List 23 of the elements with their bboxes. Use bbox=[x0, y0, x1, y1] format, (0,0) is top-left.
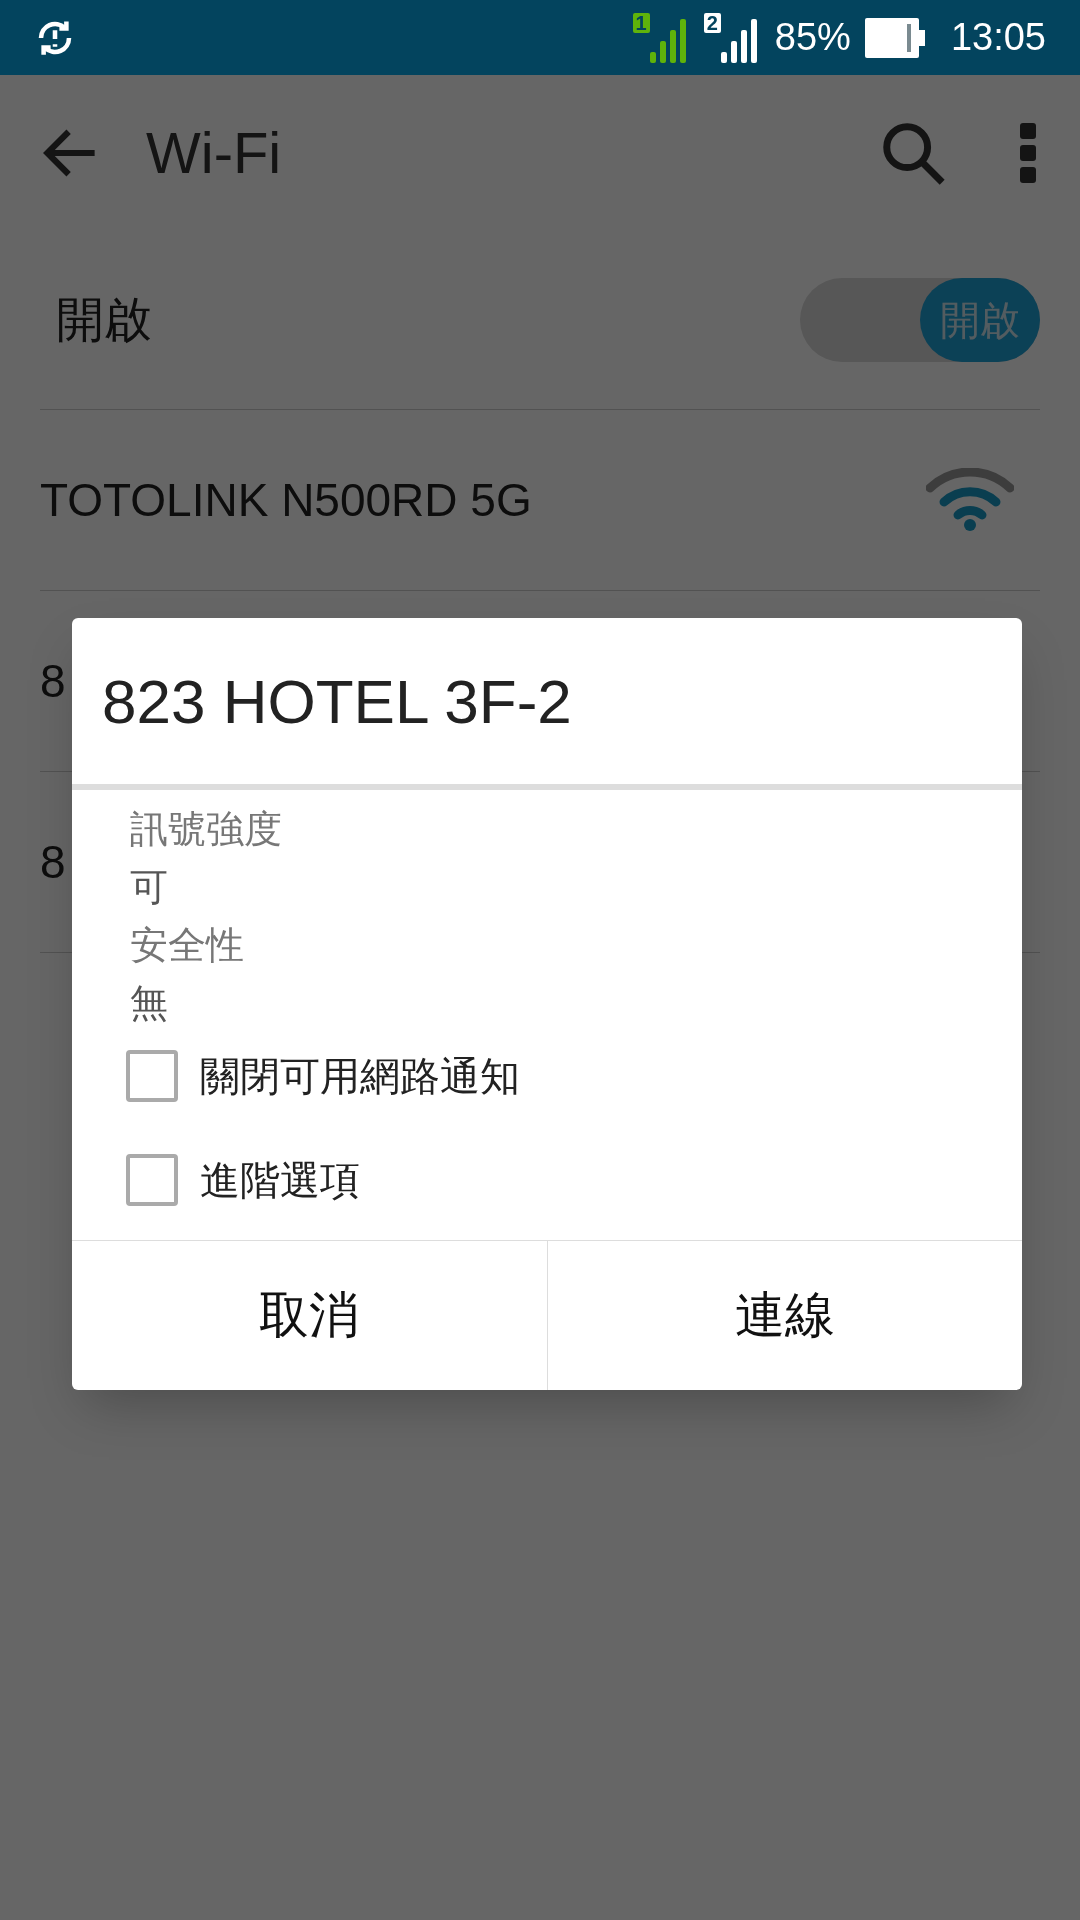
checkbox-label: 關閉可用網路通知 bbox=[200, 1053, 520, 1100]
network-name[interactable]: TOTOLINK N500RD 5G bbox=[40, 465, 532, 535]
checkbox-label: 進階選項 bbox=[200, 1157, 360, 1204]
detail-value: 可 bbox=[130, 865, 169, 910]
wifi-toggle-label: 開啟 bbox=[56, 291, 152, 348]
checkbox[interactable] bbox=[126, 1050, 178, 1102]
dialog-title: 823 HOTEL 3F-2 bbox=[102, 665, 572, 738]
detail-value: 無 bbox=[130, 981, 169, 1026]
dialog-button[interactable]: 取消 bbox=[72, 1241, 547, 1390]
network-name[interactable]: 8 bbox=[40, 827, 66, 897]
detail-label: 安全性 bbox=[130, 923, 245, 968]
battery-percent: 85% bbox=[774, 15, 851, 60]
more-options-icon[interactable] bbox=[1018, 120, 1038, 185]
detail-label: 訊號強度 bbox=[130, 807, 283, 852]
screen-title: Wi-Fi bbox=[146, 119, 282, 187]
checkbox[interactable] bbox=[126, 1154, 178, 1206]
switch-thumb: 開啟 bbox=[920, 277, 1040, 362]
sim-badge: 1 bbox=[632, 12, 650, 33]
clock: 13:05 bbox=[950, 15, 1046, 60]
dialog-button[interactable]: 連線 bbox=[546, 1241, 1022, 1390]
network-name[interactable]: 8 bbox=[40, 646, 66, 716]
battery-icon bbox=[864, 17, 925, 58]
sim-badge: 2 bbox=[703, 12, 721, 33]
